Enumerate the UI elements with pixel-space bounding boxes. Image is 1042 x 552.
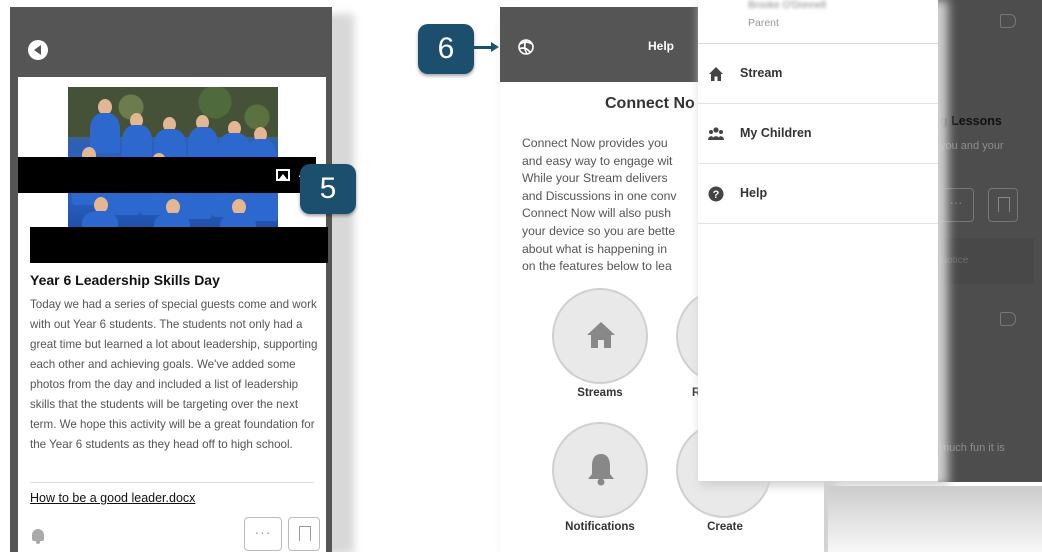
back-button[interactable] [28, 40, 48, 60]
more-options-button[interactable]: ··· [244, 517, 282, 551]
streams-feature-button[interactable] [552, 288, 648, 384]
bell-icon[interactable] [32, 529, 44, 544]
menu-item-stream[interactable]: Stream [698, 44, 938, 104]
photo-caption-bar [30, 227, 328, 263]
post-title: Year 6 Leadership Skills Day [30, 272, 220, 288]
image-icon [275, 168, 290, 181]
callout-arrow [474, 42, 499, 52]
app-logo-icon[interactable] [514, 37, 538, 57]
announcement-icon [1000, 312, 1016, 326]
announcement-icon [1000, 14, 1016, 28]
notice-bar[interactable]: Notice [938, 238, 1034, 284]
notifications-label: Notifications [565, 521, 635, 533]
header-title: Help [648, 39, 675, 53]
menu-label: Stream [740, 66, 783, 80]
bookmark-button[interactable] [988, 188, 1018, 222]
home-icon [587, 322, 615, 348]
post-header [10, 7, 332, 77]
create-label: Create [707, 521, 743, 533]
question-icon: ? [708, 186, 724, 202]
bell-icon [588, 454, 614, 486]
user-role: Parent [748, 17, 779, 29]
svg-text:?: ? [713, 189, 720, 201]
users-icon [708, 127, 724, 140]
streams-label: Streams [577, 387, 623, 399]
navigation-drawer: Brooke O'Donnell Parent Stream My Childr… [698, 0, 938, 481]
stream-card-text: much fun it is [940, 442, 1005, 454]
menu-item-help[interactable]: ? Help [698, 164, 938, 224]
post-detail-screen: Year 6 Leadership Skills Day Today we ha… [10, 7, 332, 552]
stream-card-title: g Lessons [940, 114, 1002, 128]
user-profile[interactable]: Brooke O'Donnell Parent [698, 0, 938, 44]
panel-shadow [828, 486, 1042, 552]
notifications-feature-button[interactable] [552, 422, 648, 518]
callout-5: 5 [300, 164, 356, 214]
home-icon [709, 67, 723, 81]
stream-card-text: you and your [940, 140, 1004, 152]
background-stream-panel: g Lessons you and your ··· Notice much f… [938, 0, 1042, 482]
photo-count-bar: 4 [18, 157, 316, 193]
menu-label: Help [740, 186, 768, 200]
help-heading: Connect No [605, 95, 695, 112]
attachment-link[interactable]: How to be a good leader.docx [30, 491, 195, 505]
callout-6: 6 [418, 24, 474, 74]
menu-label: My Children [740, 126, 812, 140]
divider [30, 482, 314, 483]
post-body-text: Today we had a series of special guests … [30, 298, 318, 451]
user-name: Brooke O'Donnell [748, 0, 827, 11]
post-content: Year 6 Leadership Skills Day Today we ha… [18, 77, 328, 552]
bookmark-button[interactable] [288, 517, 320, 551]
menu-item-my-children[interactable]: My Children [698, 104, 938, 164]
